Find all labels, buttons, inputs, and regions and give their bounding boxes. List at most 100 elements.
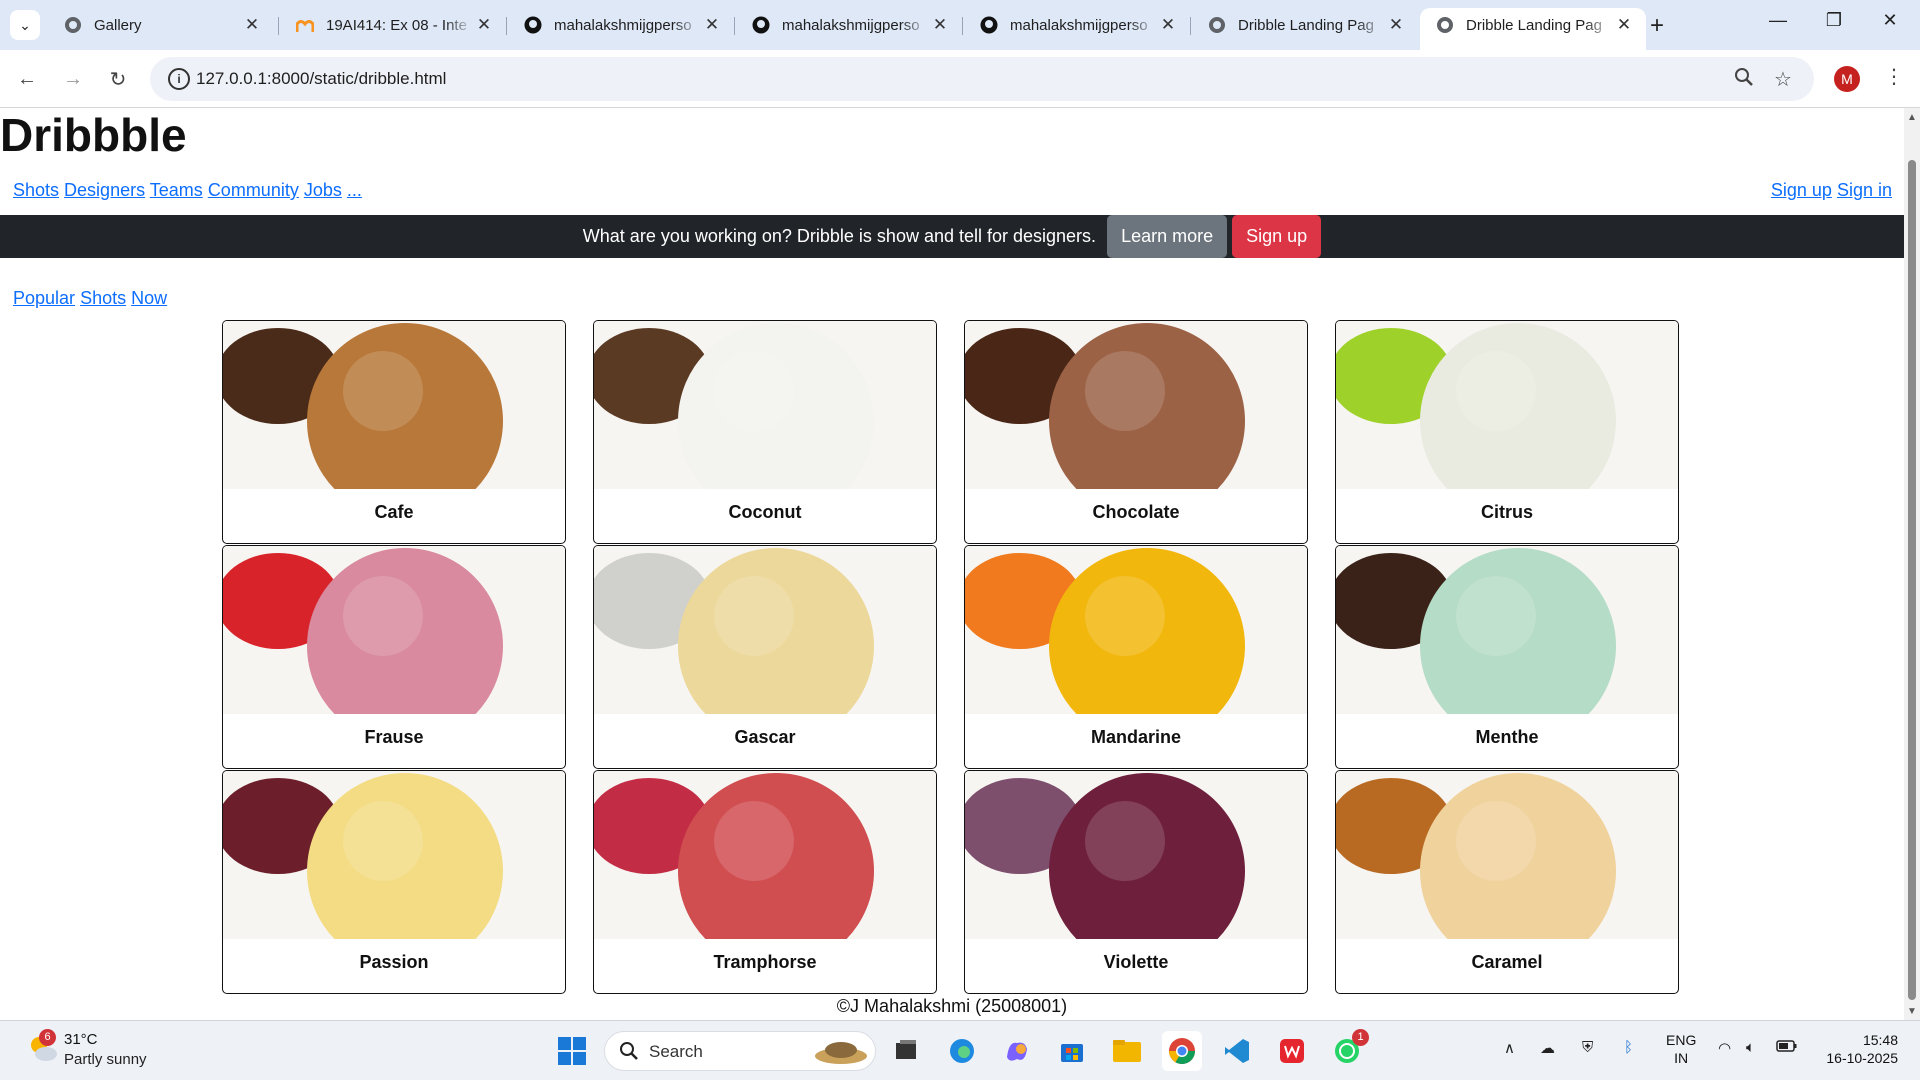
flavor-image [965,546,1307,714]
flavor-card[interactable]: Passion [222,770,566,994]
scroll-down-arrow-icon[interactable]: ▼ [1907,1006,1917,1017]
address-bar[interactable]: i 127.0.0.1:8000/static/dribble.html ☆ [150,57,1814,101]
chrome-taskbar-icon[interactable] [1162,1031,1202,1071]
learn-more-button[interactable]: Learn more [1107,215,1228,258]
site-info-icon[interactable]: i [168,68,190,90]
weather-temperature[interactable]: 31°C [64,1031,98,1048]
wifi-icon[interactable]: ◠ [1718,1039,1731,1057]
sign-in-link[interactable]: Sign in [1837,180,1892,200]
scrollbar-thumb[interactable] [1908,160,1916,1000]
volume-icon[interactable]: 🔈︎ [1746,1039,1755,1056]
sign-up-link[interactable]: Sign up [1771,180,1832,200]
nav-link-designers[interactable]: Designers [64,180,145,200]
tab-divider [734,17,735,35]
security-shield-icon[interactable]: ⛨ [1582,1039,1593,1056]
flavor-card[interactable]: Coconut [593,320,937,544]
globe-icon [1208,16,1226,34]
reload-icon[interactable]: ↻ [103,64,133,94]
browser-tab-github-1[interactable]: mahalakshmijgperso ✕ [508,8,734,42]
edge-browser-icon[interactable] [942,1031,982,1071]
profile-avatar[interactable]: M [1834,66,1860,92]
close-tab-icon[interactable]: ✕ [702,15,722,35]
bookmark-star-icon[interactable]: ☆ [1774,67,1792,92]
browser-tab-github-3[interactable]: mahalakshmijgperso ✕ [964,8,1190,42]
flavor-title: Gascar [734,727,796,747]
close-tab-icon[interactable]: ✕ [242,15,262,35]
close-tab-icon[interactable]: ✕ [474,15,494,35]
clock[interactable]: 15:48 16-10-2025 [1818,1031,1898,1067]
forward-arrow-icon[interactable]: → [58,64,88,94]
browser-tab-dribble-active[interactable]: Dribble Landing Pag ✕ [1420,8,1646,50]
flavor-card[interactable]: Chocolate [964,320,1308,544]
taskbar-search-box[interactable]: Search [604,1031,876,1071]
flavor-image [1336,771,1678,939]
shot-filters: Popular Shots Now [13,288,167,309]
filter-shots[interactable]: Shots [80,288,126,308]
filter-popular[interactable]: Popular [13,288,75,308]
browser-menu-icon[interactable]: ⋮ [1884,64,1904,89]
back-arrow-icon[interactable]: ← [12,64,42,94]
zoom-icon[interactable] [1734,67,1754,93]
show-hidden-icons-chevron-icon[interactable]: ∧ [1504,1039,1515,1057]
windows-start-icon[interactable] [552,1031,592,1071]
auth-nav: Sign up Sign in [1771,180,1892,201]
browser-tab-moodle[interactable]: 19AI414: Ex 08 - Inte ✕ [280,8,506,42]
wps-office-icon[interactable] [1272,1031,1312,1071]
url-text[interactable]: 127.0.0.1:8000/static/dribble.html [196,69,446,89]
minimize-icon[interactable]: — [1758,10,1798,31]
search-icon [619,1041,639,1066]
close-window-icon[interactable]: ✕ [1870,10,1910,31]
flavor-title: Cafe [374,502,414,522]
flavor-card[interactable]: Mandarine [964,545,1308,769]
nav-link-jobs[interactable]: Jobs [304,180,342,200]
flavor-image [223,321,565,489]
browser-tab-gallery[interactable]: Gallery ✕ [48,8,274,42]
flavor-card[interactable]: Cafe [222,320,566,544]
clock-date: 16-10-2025 [1826,1050,1898,1066]
banner-sign-up-button[interactable]: Sign up [1232,215,1322,258]
restore-icon[interactable]: ❐ [1814,10,1854,31]
scroll-up-arrow-icon[interactable]: ▲ [1907,112,1917,123]
filter-now[interactable]: Now [131,288,167,308]
task-view-icon[interactable] [886,1031,926,1071]
flavor-image [594,321,936,489]
nav-link-more[interactable]: ... [347,180,362,200]
weather-badge: 6 [39,1029,56,1046]
nav-link-community[interactable]: Community [208,180,299,200]
nav-link-shots[interactable]: Shots [13,180,59,200]
flavor-title: Mandarine [1090,727,1182,747]
flavor-image [965,771,1307,939]
flavor-card[interactable]: Violette [964,770,1308,994]
flavor-card[interactable]: Caramel [1335,770,1679,994]
vscode-icon[interactable] [1217,1031,1257,1071]
input-language-indicator[interactable]: ENG IN [1666,1031,1696,1067]
site-title: Dribbble [0,109,187,161]
tab-search-dropdown-icon[interactable]: ⌄ [10,10,40,40]
page-scrollbar[interactable]: ▲ ▼ [1904,108,1920,1020]
flavor-title: Citrus [1480,502,1533,522]
close-tab-icon[interactable]: ✕ [1158,15,1178,35]
page-footer: ©J Mahalakshmi (25008001) [836,996,1068,1016]
close-tab-icon[interactable]: ✕ [1386,15,1406,35]
tab-divider [278,17,279,35]
globe-icon [1436,16,1454,34]
flavor-card[interactable]: Menthe [1335,545,1679,769]
flavor-card[interactable]: Frause [222,545,566,769]
new-tab-icon[interactable]: + [1650,12,1664,40]
flavor-card[interactable]: Citrus [1335,320,1679,544]
onedrive-offline-icon[interactable]: ☁ [1540,1039,1555,1057]
file-explorer-icon[interactable] [1107,1031,1147,1071]
bluetooth-icon[interactable]: ᛒ [1624,1039,1633,1056]
close-tab-icon[interactable]: ✕ [930,15,950,35]
weather-description[interactable]: Partly sunny [64,1051,147,1068]
microsoft-store-icon[interactable] [1052,1031,1092,1071]
flavor-card[interactable]: Tramphorse [593,770,937,994]
tab-label: mahalakshmijgperso [1010,16,1148,34]
close-tab-icon[interactable]: ✕ [1614,15,1634,35]
browser-tab-github-2[interactable]: mahalakshmijgperso ✕ [736,8,962,42]
battery-icon[interactable] [1776,1039,1798,1057]
browser-tab-dribble-1[interactable]: Dribble Landing Pag ✕ [1192,8,1418,42]
flavor-card[interactable]: Gascar [593,545,937,769]
copilot-icon[interactable] [997,1031,1037,1071]
nav-link-teams[interactable]: Teams [150,180,203,200]
